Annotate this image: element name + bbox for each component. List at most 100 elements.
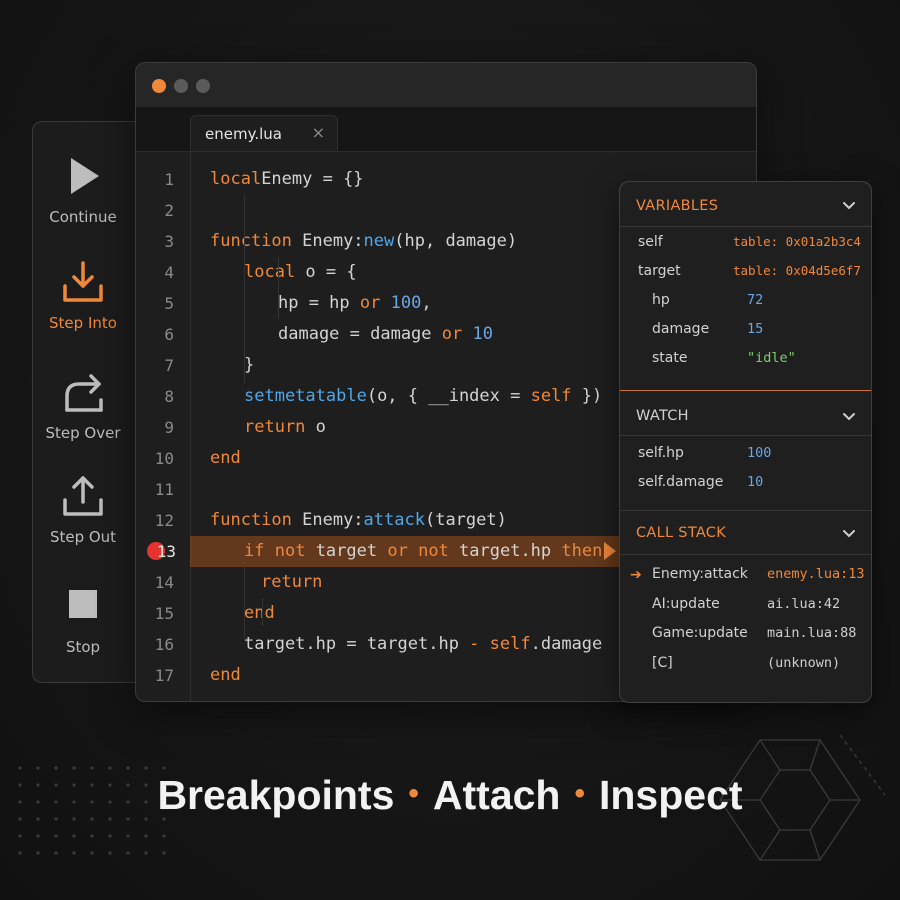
- code-token: (hp, damage): [394, 231, 518, 251]
- play-icon: [71, 158, 99, 194]
- line-number: 15: [154, 604, 174, 623]
- code-keyword: if: [244, 541, 265, 561]
- decorative-dot: [72, 851, 76, 855]
- decorative-dot: [144, 851, 148, 855]
- variable-row[interactable]: damage 15: [620, 321, 871, 347]
- variable-row[interactable]: hp 72: [620, 292, 871, 318]
- code-token: o = {: [295, 262, 357, 282]
- code-keyword: then: [561, 541, 603, 561]
- decorative-dot: [162, 851, 166, 855]
- close-icon[interactable]: ×: [312, 123, 325, 142]
- tagline-inspect: Inspect: [599, 772, 743, 818]
- variable-name: hp: [652, 292, 670, 308]
- code-function: new: [363, 231, 395, 251]
- line-number: 11: [154, 480, 174, 499]
- indent-guide: [278, 257, 279, 319]
- stop-button[interactable]: Stop: [33, 584, 133, 656]
- code-text: if not target or not target.hp then: [244, 536, 602, 567]
- call-stack-frame[interactable]: Game:update main.lua:88: [620, 625, 871, 651]
- code-text: end: [210, 660, 241, 691]
- code-token: .damage: [530, 634, 603, 654]
- line-number: 2: [164, 201, 174, 220]
- code-token: o: [305, 417, 326, 437]
- call-stack-title: CALL STACK: [636, 525, 727, 541]
- code-token: target: [305, 541, 388, 561]
- watch-value: 100: [747, 445, 772, 461]
- chevron-down-icon[interactable]: [841, 198, 857, 214]
- section-divider: [620, 226, 871, 227]
- line-number: 6: [164, 325, 174, 344]
- code-text: local o = {: [244, 257, 357, 288]
- continue-button[interactable]: Continue: [33, 154, 133, 226]
- code-token: Enemy:: [291, 231, 364, 251]
- code-token: }): [571, 386, 603, 406]
- line-number: 8: [164, 387, 174, 406]
- code-token: damage = damage: [278, 324, 442, 344]
- code-text: damage = damage or 10: [278, 319, 493, 350]
- call-stack-frame[interactable]: [C] (unknown): [620, 655, 871, 681]
- debug-inspector-panel: VARIABLES self table: 0x01a2b3c4 target tab…: [619, 181, 872, 703]
- current-frame-arrow-icon: ➔: [630, 567, 642, 583]
- decorative-dot: [36, 851, 40, 855]
- watch-row[interactable]: self.damage 10: [620, 474, 871, 500]
- variable-value: 72: [747, 292, 764, 308]
- frame-location: main.lua:88: [767, 625, 857, 641]
- code-text: target.hp = target.hp - self.damage: [244, 629, 602, 660]
- variable-value: "idle": [747, 350, 796, 366]
- code-token: target.hp = target.hp: [244, 634, 470, 654]
- variable-row[interactable]: state "idle": [620, 350, 871, 376]
- code-token: }: [244, 355, 255, 375]
- frame-location: enemy.lua:13: [767, 566, 865, 582]
- step-out-button[interactable]: Step Out: [33, 474, 133, 546]
- frame-name: [C]: [652, 654, 673, 671]
- step-into-button[interactable]: Step Into: [33, 260, 133, 332]
- chevron-down-icon[interactable]: [841, 526, 857, 542]
- decorative-dot: [162, 766, 166, 770]
- code-text: return: [261, 567, 322, 598]
- variable-row[interactable]: self table: 0x01a2b3c4: [620, 234, 871, 260]
- indent-guide: [262, 598, 263, 626]
- tagline-breakpoints: Breakpoints: [157, 772, 395, 818]
- variable-row[interactable]: target table: 0x04d5e6f7: [620, 263, 871, 289]
- section-divider: [620, 435, 871, 436]
- chevron-down-icon[interactable]: [841, 409, 857, 425]
- decorative-dot: [108, 766, 112, 770]
- line-number: 4: [164, 263, 174, 282]
- variable-value: table: 0x04d5e6f7: [733, 263, 861, 278]
- code-text: setmetatable(o, { __index = self }): [244, 381, 602, 412]
- window-maximize-dot[interactable]: [196, 79, 210, 93]
- step-out-icon: [63, 476, 103, 516]
- step-over-icon: [65, 374, 103, 412]
- section-divider: [620, 554, 871, 555]
- step-over-button[interactable]: Step Over: [33, 370, 133, 442]
- decorative-dot: [90, 766, 94, 770]
- stop-label: Stop: [65, 638, 101, 656]
- code-keyword: not: [274, 541, 306, 561]
- indent-guide: [244, 195, 245, 383]
- code-function: attack: [363, 510, 425, 530]
- decorative-dot: [126, 766, 130, 770]
- continue-label: Continue: [49, 208, 117, 226]
- line-number: 14: [154, 573, 174, 592]
- code-text: return o: [244, 412, 326, 443]
- code-text: hp = hp or 100,: [278, 288, 432, 319]
- code-text: function Enemy:new(hp, damage): [210, 226, 517, 257]
- frame-location: (unknown): [767, 654, 841, 671]
- decorative-dot: [18, 766, 22, 770]
- call-stack-frame[interactable]: ➔ Enemy:attack enemy.lua:13: [620, 566, 871, 592]
- code-token: ,: [421, 293, 432, 313]
- watch-title: WATCH: [636, 408, 689, 424]
- watch-row[interactable]: self.hp 100: [620, 445, 871, 471]
- window-minimize-dot[interactable]: [174, 79, 188, 93]
- tab-enemy-lua[interactable]: enemy.lua ×: [190, 115, 338, 151]
- decorative-dot: [72, 766, 76, 770]
- variables-section: VARIABLES self table: 0x01a2b3c4 target tab…: [620, 182, 871, 391]
- call-stack-frame[interactable]: AI:update ai.lua:42: [620, 596, 871, 622]
- decorative-dot: [18, 834, 22, 838]
- decorative-dot: [126, 834, 130, 838]
- line-number: 7: [164, 356, 174, 375]
- window-close-dot[interactable]: [152, 79, 166, 93]
